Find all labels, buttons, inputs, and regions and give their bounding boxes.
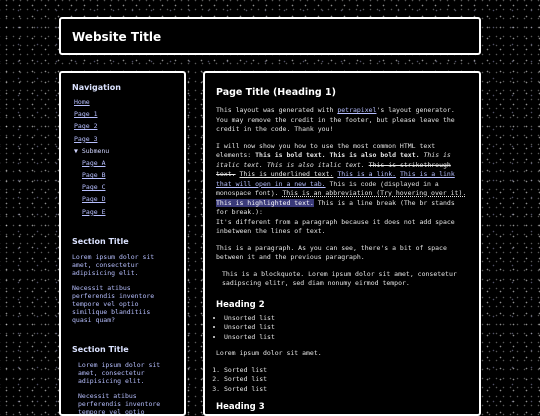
nav-link-home[interactable]: Home [74, 98, 90, 106]
blockquote: This is a blockquote. Lorem ipsum dolor … [222, 270, 468, 289]
sorted-list: Sorted list Sorted list Sorted list [216, 366, 468, 395]
nav-link-page-2[interactable]: Page 2 [74, 122, 97, 130]
credit-link[interactable]: petrapixel [337, 106, 376, 114]
list-item: Sorted list [224, 366, 468, 376]
nav-link-page-b[interactable]: Page B [82, 171, 105, 179]
nav-link-page-c[interactable]: Page C [82, 183, 105, 191]
bold-text: This is bold text. [255, 151, 326, 159]
section-title: Section Title [72, 344, 129, 354]
submenu-toggle[interactable]: ▼ Submenu [74, 147, 109, 155]
sidebar-section-1: Section Title Lorem ipsum dolor sit amet… [72, 237, 173, 324]
list-item: Sorted list [224, 375, 468, 385]
nav-list: Home Page 1 Page 2 Page 3 ▼ Submenu Page… [74, 99, 173, 216]
site-title: Website Title [72, 30, 162, 44]
page-title: Page Title (Heading 1) [216, 87, 336, 98]
linebreak-text-2: It's different from a paragraph because … [216, 217, 455, 236]
paragraph: This is a paragraph. As you can see, the… [216, 243, 447, 262]
list-item: Unsorted list [224, 314, 468, 324]
demo-link[interactable]: This is a link. [337, 170, 396, 178]
list-item: Unsorted list [224, 333, 468, 343]
heading-2: Heading 2 [216, 299, 265, 310]
sidebar: Navigation Home Page 1 Page 2 Page 3 ▼ S… [59, 71, 186, 416]
nav-link-page-3[interactable]: Page 3 [74, 135, 97, 143]
nav-link-page-a[interactable]: Page A [82, 159, 105, 167]
heading-3: Heading 3 [216, 402, 265, 412]
section-text: Lorem ipsum dolor sit amet, consectetur … [78, 360, 161, 385]
italic-text-2: This is also italic text. [266, 160, 365, 169]
section-text: Lorem ipsum dolor sit amet, consectetur … [72, 252, 155, 277]
nav-title: Navigation [72, 83, 121, 92]
blockquote-text: This is a blockquote. Lorem ipsum dolor … [222, 269, 457, 288]
highlight-text: This is highlighted text. [216, 198, 314, 207]
section-text: Necessit atibus perferendis inventore te… [72, 283, 155, 324]
main-content: Page Title (Heading 1) This layout was g… [203, 71, 481, 416]
nav-link-page-1[interactable]: Page 1 [74, 110, 97, 118]
intro-paragraph: This layout was generated with petrapixe… [216, 106, 468, 135]
section-title: Section Title [72, 236, 129, 246]
submenu-list: Page A Page B Page C Page D Page E [82, 159, 173, 216]
section-text: Necessit atibus perferendis inventore te… [78, 391, 161, 416]
section-blockquote: Lorem ipsum dolor sit amet, consectetur … [78, 360, 173, 416]
underline-text: This is underlined text. [239, 170, 334, 178]
intro-text: This layout was generated with [216, 106, 338, 114]
lorem-text: Lorem ipsum dolor sit amet. [216, 349, 322, 357]
nav-link-page-d[interactable]: Page D [82, 195, 105, 203]
list-item: Unsorted list [224, 323, 468, 333]
text-elements-paragraph: I will now show you how to use the most … [216, 142, 468, 237]
site-header: Website Title [59, 17, 481, 55]
list-item: Sorted list [224, 385, 468, 395]
abbr-text[interactable]: This is an abbreviation (Try hovering ov… [282, 189, 466, 197]
nav-link-page-e[interactable]: Page E [82, 208, 105, 216]
bold-text-2: This is also bold text. [329, 151, 420, 159]
unsorted-list: Unsorted list Unsorted list Unsorted lis… [216, 314, 468, 343]
